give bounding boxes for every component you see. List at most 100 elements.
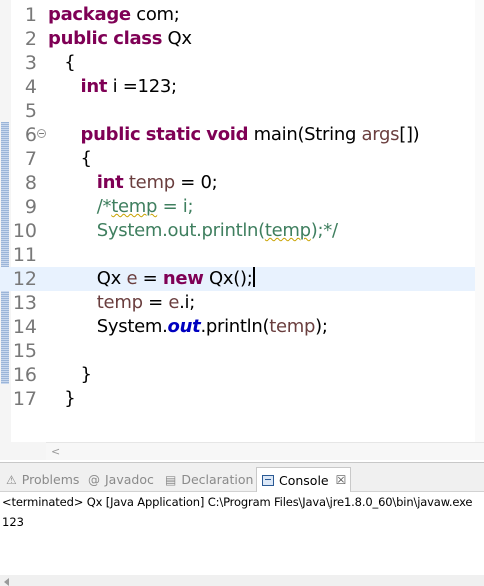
line-number: 5 xyxy=(24,100,37,122)
close-icon[interactable]: ☒ xyxy=(336,473,347,487)
gutter-footer xyxy=(0,442,46,460)
code-token: void xyxy=(206,124,249,145)
code-text: Qx e = new Qx(); xyxy=(48,267,255,291)
code-token: e xyxy=(168,292,180,313)
line-number: 17 xyxy=(12,388,37,410)
code-text: public class Qx xyxy=(48,27,192,51)
code-line[interactable]: 6 public static void main(String args[]) xyxy=(0,123,484,147)
code-token: = 0; xyxy=(174,172,218,193)
code-token: { xyxy=(48,148,92,169)
fold-toggle-icon[interactable] xyxy=(37,129,46,138)
line-number: 3 xyxy=(24,52,37,74)
code-line[interactable]: 13 temp = e.i; xyxy=(0,291,484,315)
line-number: 8 xyxy=(24,172,37,194)
code-token: []) xyxy=(399,124,420,145)
code-line[interactable]: 1 package com; xyxy=(0,3,484,27)
line-number: 16 xyxy=(12,364,37,386)
code-line[interactable]: 8 int temp = 0; xyxy=(0,171,484,195)
code-line[interactable]: 9 /*temp = i; xyxy=(0,195,484,219)
code-token: ); xyxy=(315,316,328,337)
code-line[interactable]: 15 xyxy=(0,339,484,363)
code-token: int xyxy=(96,172,124,193)
code-token: static xyxy=(145,124,201,145)
code-token: temp xyxy=(264,220,311,241)
code-token: e xyxy=(126,268,138,289)
code-token: = xyxy=(137,268,163,289)
code-token: int xyxy=(80,76,108,97)
console-icon xyxy=(262,474,274,486)
code-token: );*/ xyxy=(310,220,338,241)
line-number: 6 xyxy=(24,124,37,146)
code-editor[interactable]: 1 package com; 2 public class Qx 3 {4 int i … xyxy=(0,0,484,442)
code-text: } xyxy=(48,363,92,387)
text-caret xyxy=(253,267,255,287)
line-number: 4 xyxy=(24,76,37,98)
code-token: Qx xyxy=(48,268,127,289)
tab-console[interactable]: Console ☒ xyxy=(256,467,352,492)
tab-label: Javadoc xyxy=(105,472,154,487)
line-number: 7 xyxy=(24,148,37,170)
code-token: public xyxy=(48,28,108,49)
code-token: System.out.println( xyxy=(96,220,265,241)
code-line[interactable]: 16 } xyxy=(0,363,484,387)
line-number: 9 xyxy=(24,196,37,218)
code-line[interactable]: 4 int i =123; xyxy=(0,75,484,99)
code-text: /*temp = i; xyxy=(48,195,194,219)
code-text: { xyxy=(48,51,75,75)
code-token: { xyxy=(48,52,76,73)
line-number: 1 xyxy=(24,4,37,26)
code-token: .i; xyxy=(179,292,196,313)
code-token: class xyxy=(113,28,163,49)
tab-javadoc[interactable]: @ Javadoc xyxy=(88,467,154,492)
code-token: = xyxy=(142,292,169,313)
tab-label: Console xyxy=(279,472,329,488)
line-number: 14 xyxy=(12,316,37,338)
line-number: 15 xyxy=(12,340,37,362)
code-text: System.out.println(temp); xyxy=(48,315,328,339)
code-token: temp xyxy=(96,292,143,313)
scroll-left-icon[interactable]: < xyxy=(51,445,60,459)
code-token: .println( xyxy=(200,316,270,337)
code-line[interactable]: 10 System.out.println(temp);*/ xyxy=(0,219,484,243)
code-token: new xyxy=(162,268,204,289)
code-line[interactable]: 5 xyxy=(0,99,484,123)
console-output[interactable]: 123 xyxy=(2,514,24,530)
code-text: System.out.println(temp);*/ xyxy=(48,219,338,243)
code-line[interactable]: 11 xyxy=(0,243,484,267)
code-text: int temp = 0; xyxy=(48,171,218,195)
editor-vertical-scrollbar[interactable] xyxy=(475,0,484,442)
line-number: 11 xyxy=(12,244,37,266)
code-text: temp = e.i; xyxy=(48,291,196,315)
code-token: i =123; xyxy=(107,76,177,97)
line-number: 12 xyxy=(12,268,37,290)
code-token: temp xyxy=(111,196,158,217)
code-line[interactable]: 3 { xyxy=(0,51,484,75)
code-text: package com; xyxy=(48,3,180,27)
code-token: package xyxy=(48,4,131,25)
code-line[interactable]: 7 { xyxy=(0,147,484,171)
tab-declaration[interactable]: ▤ Declaration xyxy=(165,467,253,492)
console-horizontal-scrollbar[interactable] xyxy=(0,575,484,586)
editor-horizontal-scrollbar[interactable]: < xyxy=(46,442,484,460)
code-token: main(String xyxy=(248,124,362,145)
tab-label: Declaration xyxy=(181,472,254,487)
declaration-icon: ▤ xyxy=(165,472,177,487)
code-line[interactable]: 12 Qx e = new Qx(); xyxy=(0,267,484,291)
code-line[interactable]: 14 System.out.println(temp); xyxy=(0,315,484,339)
panel-tab-bar: ⚠ Problems @ Javadoc ▤ Declaration Conso… xyxy=(0,463,484,492)
line-number: 13 xyxy=(12,292,37,314)
code-text: } xyxy=(48,387,75,411)
code-line[interactable]: 17 } xyxy=(0,387,484,411)
code-line[interactable]: 2 public class Qx xyxy=(0,27,484,51)
tab-problems[interactable]: ⚠ Problems xyxy=(6,467,79,492)
code-token: com; xyxy=(130,4,180,25)
code-token: } xyxy=(48,364,92,385)
code-token: temp xyxy=(128,172,175,193)
code-token: System. xyxy=(48,316,168,337)
